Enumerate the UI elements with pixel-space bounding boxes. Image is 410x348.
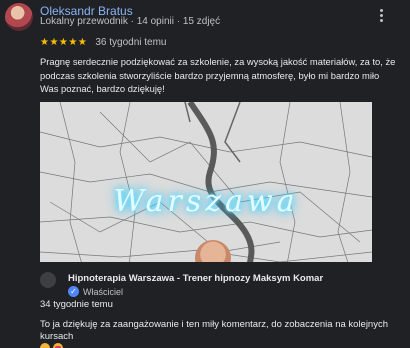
- rating-row: ★★★★★ 36 tygodni temu: [40, 36, 167, 48]
- reply-time: 34 tygodnie temu: [40, 299, 113, 310]
- author-avatar[interactable]: [5, 3, 33, 31]
- heart-eyes-face-icon: [53, 343, 63, 348]
- more-options-button[interactable]: [374, 5, 390, 25]
- review-card: Oleksandr Bratus Lokalny przewodnik · 14…: [0, 0, 410, 348]
- reply-text-block: To ja dziękuję za zaangażowanie i ten mi…: [40, 319, 400, 348]
- grinning-face-icon: [40, 343, 50, 348]
- owner-role: Właściciel: [83, 287, 124, 297]
- verified-badge-icon: ✓: [68, 286, 79, 297]
- review-time: 36 tygodni temu: [95, 36, 167, 48]
- owner-avatar: [40, 272, 56, 288]
- review-photo[interactable]: Warszawa: [40, 102, 372, 275]
- more-vert-icon-dot: [380, 14, 383, 17]
- more-vert-icon-dot: [380, 19, 383, 22]
- author-meta: Lokalny przewodnik · 14 opinii · 15 zdję…: [40, 16, 221, 27]
- owner-reply-header: Hipnoterapia Warszawa - Trener hipnozy M…: [40, 262, 372, 297]
- reply-text: To ja dziękuję za zaangażowanie i ten mi…: [40, 319, 389, 342]
- neon-sign-text: Warszawa: [113, 184, 299, 219]
- more-vert-icon: [380, 9, 383, 12]
- owner-name: Hipnoterapia Warszawa - Trener hipnozy M…: [68, 273, 324, 284]
- review-text: Pragnę serdecznie podziękować za szkolen…: [40, 56, 396, 94]
- star-rating: ★★★★★: [40, 36, 88, 48]
